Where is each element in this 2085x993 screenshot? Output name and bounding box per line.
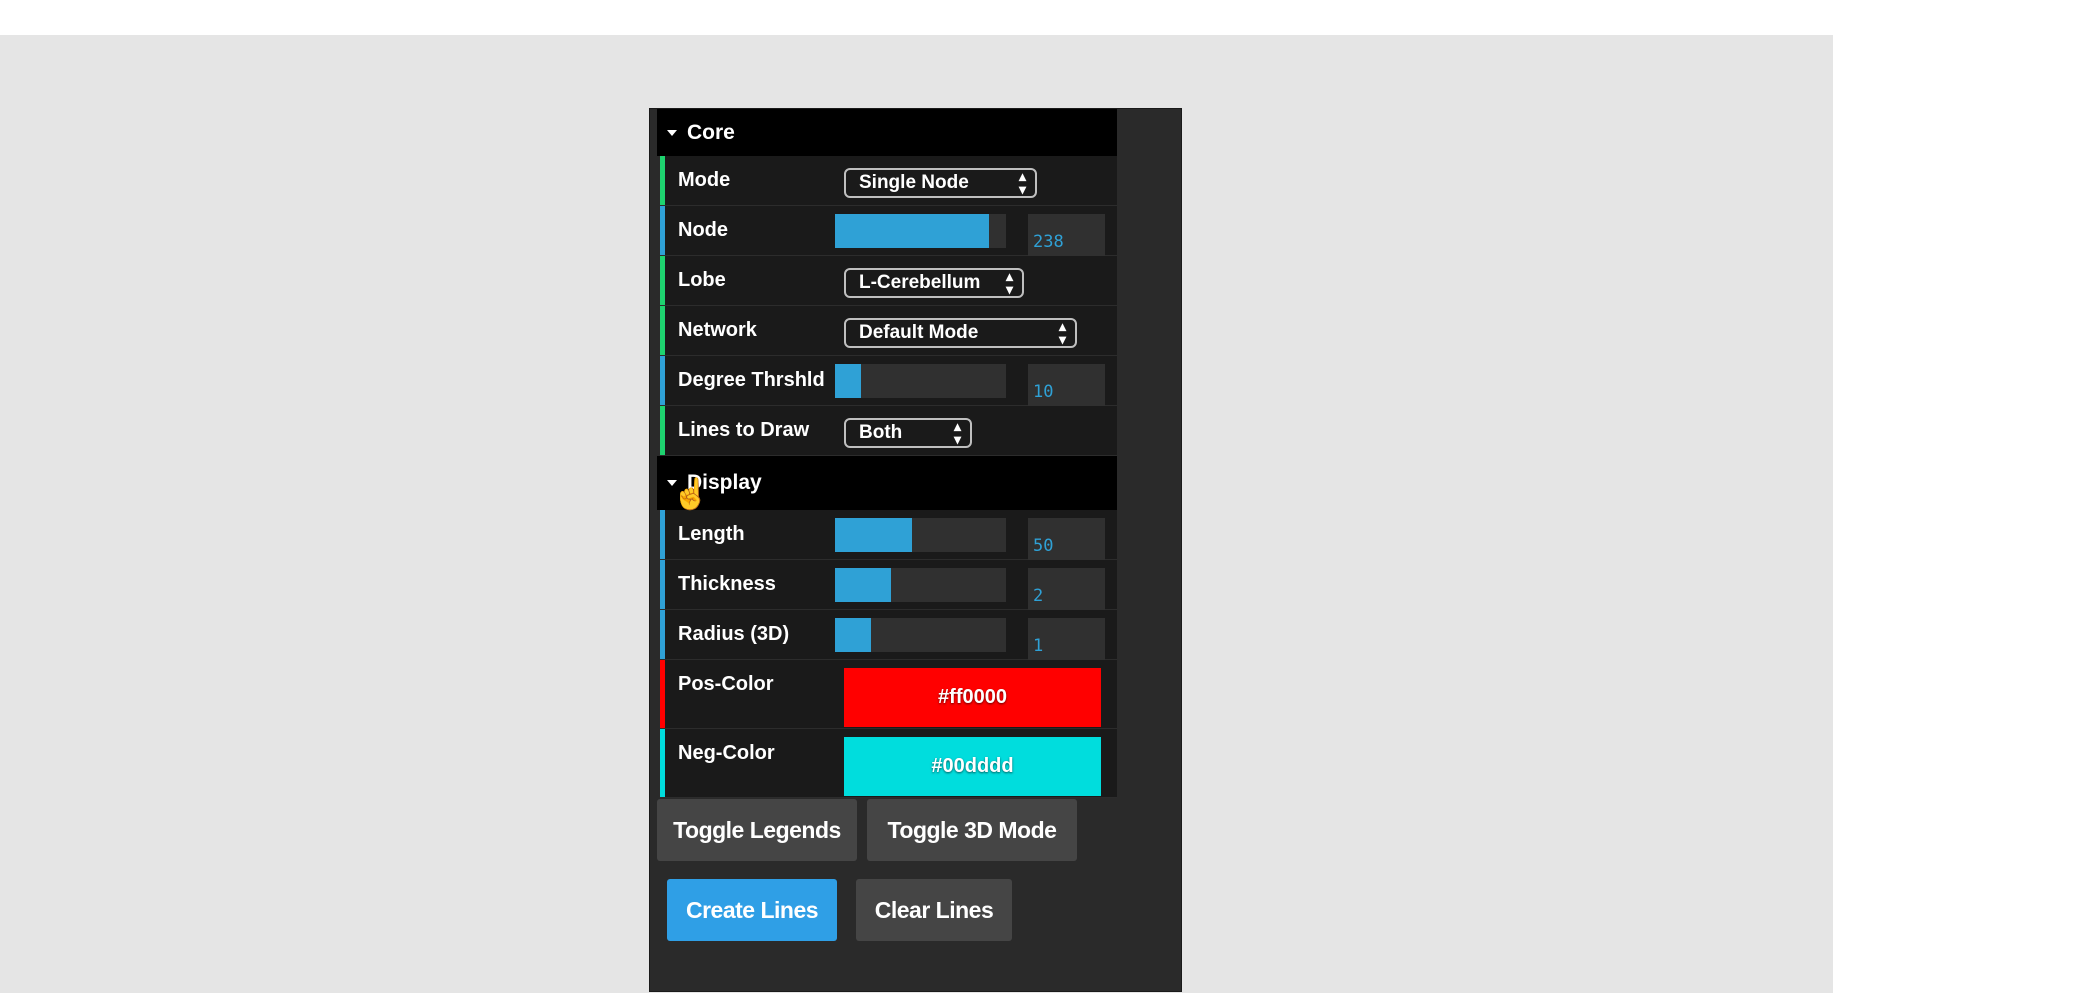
page-background: Core Mode Single Node ▴▾ Node 238 Lobe	[0, 35, 1833, 993]
row-stripe	[660, 356, 665, 405]
row-stripe	[660, 256, 665, 305]
degree-number-input[interactable]: 10	[1028, 364, 1105, 406]
pos-color-row: Pos-Color #ff0000	[660, 660, 1117, 729]
folder-core-label: Core	[687, 120, 735, 144]
pos-color-picker[interactable]: #ff0000	[844, 668, 1101, 727]
degree-label: Degree Thrshld	[678, 369, 825, 391]
create-lines-button[interactable]: Create Lines	[667, 879, 837, 941]
row-stripe	[660, 510, 665, 559]
lobe-row: Lobe L-Cerebellum ▴ ▾	[660, 256, 1117, 306]
mode-select-value: Single Node	[859, 172, 969, 193]
lobe-select[interactable]: L-Cerebellum ▴ ▾	[844, 268, 1024, 298]
network-select-value: Default Mode	[859, 322, 979, 343]
row-stripe	[660, 306, 665, 355]
thickness-number-input[interactable]: 2	[1028, 568, 1105, 610]
row-stripe	[660, 156, 665, 205]
control-panel: Core Mode Single Node ▴▾ Node 238 Lobe	[649, 108, 1182, 992]
length-label: Length	[678, 523, 745, 545]
select-arrows-icon: ▴ ▾	[1058, 318, 1066, 347]
neg-color-row: Neg-Color #00dddd	[660, 729, 1117, 798]
node-slider-fill	[835, 214, 989, 248]
network-select[interactable]: Default Mode ▴ ▾	[844, 318, 1077, 348]
toggle-legends-button[interactable]: Toggle Legends	[657, 799, 857, 861]
lines-select-value: Both	[859, 422, 903, 443]
node-label: Node	[678, 219, 728, 241]
thickness-slider[interactable]	[835, 568, 1006, 602]
thickness-label: Thickness	[678, 573, 776, 595]
radius-row: Radius (3D) 1	[660, 610, 1117, 660]
thickness-row: Thickness 2	[660, 560, 1117, 610]
node-slider[interactable]	[835, 214, 1006, 248]
row-stripe	[660, 610, 665, 659]
mode-select[interactable]: Single Node ▴ ▾	[844, 168, 1037, 198]
gui-controls: Core Mode Single Node ▴▾ Node 238 Lobe	[657, 109, 1117, 798]
mode-row: Mode Single Node ▴ ▾	[660, 156, 1117, 206]
row-stripe	[660, 560, 665, 609]
length-row: Length 50	[660, 510, 1117, 560]
clear-lines-button[interactable]: Clear Lines	[856, 879, 1012, 941]
select-arrows-icon: ▴ ▾	[953, 418, 961, 447]
radius-label: Radius (3D)	[678, 623, 790, 645]
lobe-label: Lobe	[678, 269, 726, 291]
lobe-select-value: L-Cerebellum	[859, 272, 981, 293]
row-stripe	[660, 206, 665, 255]
node-row: Node 238	[660, 206, 1117, 256]
row-stripe	[660, 660, 665, 728]
radius-slider[interactable]	[835, 618, 1006, 652]
caret-down-icon	[667, 129, 677, 136]
degree-slider[interactable]	[835, 364, 1006, 398]
radius-slider-fill	[835, 618, 871, 652]
hand-pointer-icon: ☝	[672, 478, 710, 511]
lines-label: Lines to Draw	[678, 419, 810, 441]
length-number-input[interactable]: 50	[1028, 518, 1105, 560]
radius-number-input[interactable]: 1	[1028, 618, 1105, 660]
row-stripe	[660, 406, 665, 455]
degree-slider-fill	[835, 364, 861, 398]
folder-display-title[interactable]: Display	[657, 456, 1117, 510]
length-slider-fill	[835, 518, 912, 552]
degree-row: Degree Thrshld 10	[660, 356, 1117, 406]
select-arrows-icon: ▴ ▾	[1005, 268, 1013, 297]
row-stripe	[660, 729, 665, 797]
length-slider[interactable]	[835, 518, 1006, 552]
mode-label: Mode	[678, 169, 731, 191]
toggle-3d-mode-button[interactable]: Toggle 3D Mode	[867, 799, 1077, 861]
select-arrows-icon: ▴ ▾	[1018, 168, 1026, 197]
pos-color-label: Pos-Color	[678, 673, 774, 695]
network-label: Network	[678, 319, 757, 341]
lines-row: Lines to Draw Both ▴ ▾	[660, 406, 1117, 456]
thickness-slider-fill	[835, 568, 892, 602]
lines-select[interactable]: Both ▴ ▾	[844, 418, 972, 448]
neg-color-label: Neg-Color	[678, 742, 775, 764]
node-number-input[interactable]: 238	[1028, 214, 1105, 256]
network-row: Network Default Mode ▴ ▾	[660, 306, 1117, 356]
folder-core-title[interactable]: Core	[657, 109, 1117, 156]
neg-color-picker[interactable]: #00dddd	[844, 737, 1101, 796]
